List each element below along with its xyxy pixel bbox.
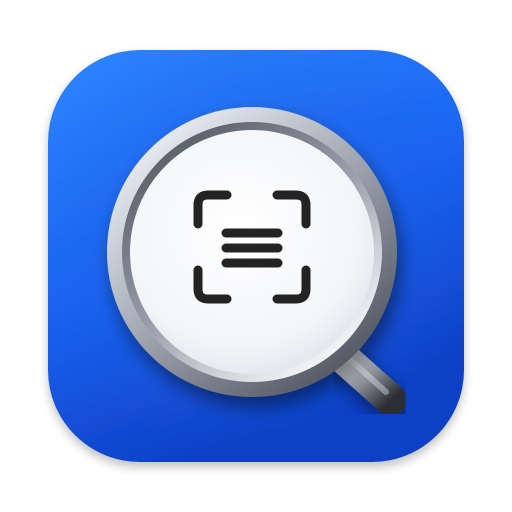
- text-scan-magnifier-icon[interactable]: [0, 0, 512, 512]
- app-icon-canvas: [0, 0, 512, 512]
